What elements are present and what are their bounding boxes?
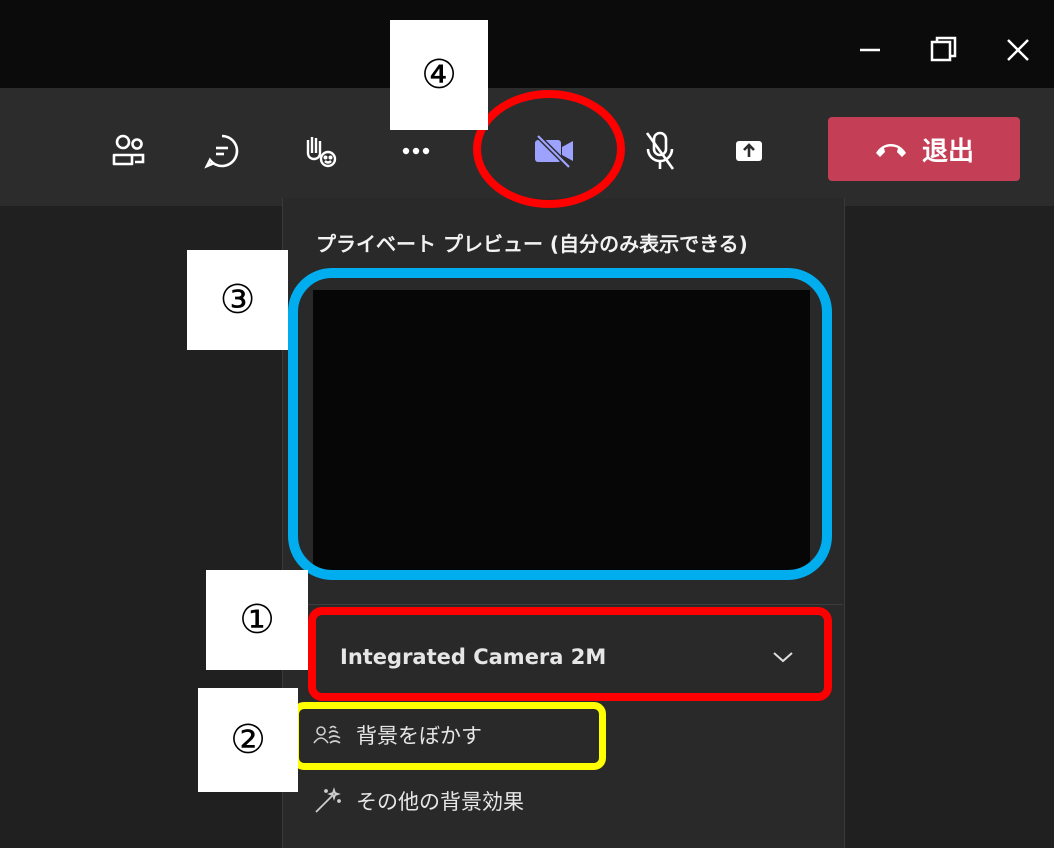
mic-off-icon[interactable] [634,126,686,176]
camera-preview [313,290,810,574]
annotation-marker-1: ① [206,570,308,670]
panel-title: プライベート プレビュー (自分のみ表示できる) [316,232,748,256]
more-icon[interactable] [390,126,442,176]
phone-hangup-icon [875,144,906,157]
chevron-down-icon [773,652,793,663]
title-bar [0,0,1054,88]
minimize-icon[interactable] [850,30,890,70]
camera-select[interactable]: Integrated Camera 2M [322,617,812,697]
blur-background-option[interactable]: 背景をぼかす [312,720,482,750]
reactions-icon[interactable] [294,126,346,176]
leave-button[interactable]: 退出 [828,117,1020,181]
more-background-effects-option[interactable]: その他の背景効果 [312,786,524,816]
leave-label: 退出 [921,136,974,167]
more-background-effects-label: その他の背景効果 [356,790,524,814]
close-icon[interactable] [998,30,1038,70]
share-icon[interactable] [723,126,775,176]
camera-off-icon[interactable] [528,126,580,176]
blur-background-icon [313,725,341,744]
chat-icon[interactable] [196,126,248,176]
annotation-marker-4: ④ [390,20,488,130]
participants-icon[interactable] [103,126,155,176]
magic-wand-icon [315,787,341,813]
camera-select-value: Integrated Camera 2M [340,645,607,669]
restore-icon[interactable] [923,30,963,70]
divider [283,604,843,605]
annotation-marker-2: ② [198,688,298,792]
annotation-marker-3: ③ [187,250,288,350]
blur-background-label: 背景をぼかす [356,724,482,748]
